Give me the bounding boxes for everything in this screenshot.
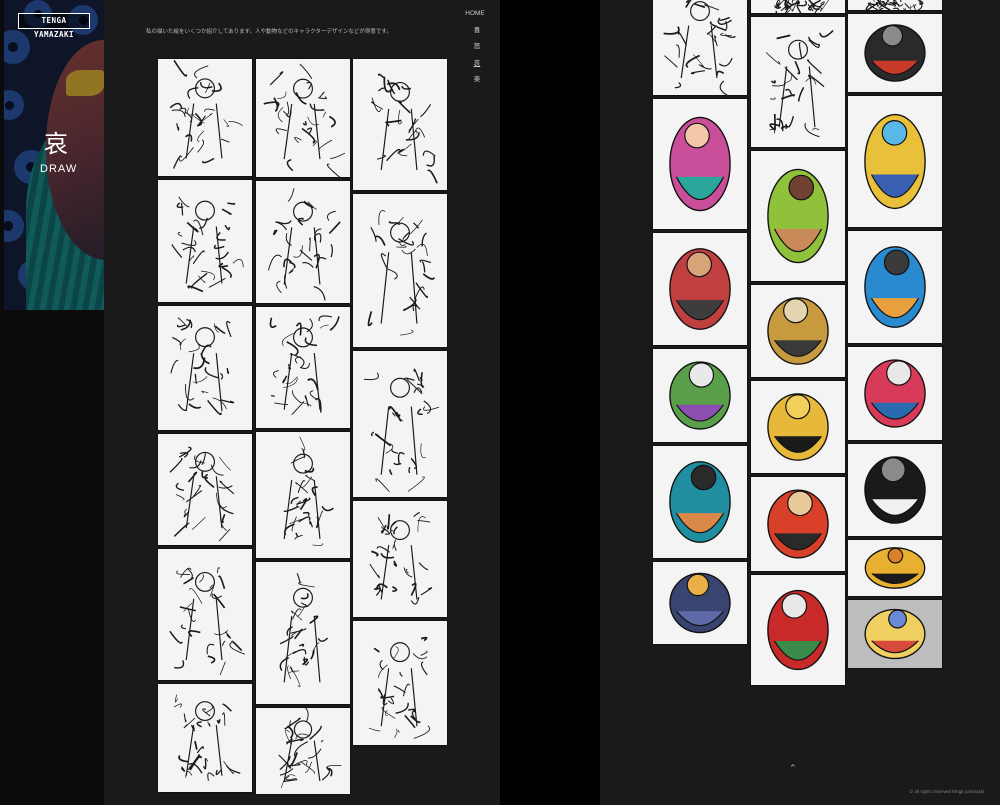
gallery-thumbnail[interactable] — [255, 306, 351, 429]
chevron-up-icon: ⌃ — [789, 764, 797, 774]
gallery-color: ⌃ © all rights reserved tenga yamazaki — [600, 0, 1000, 805]
nav-item-sorrow[interactable]: 哀 — [466, 57, 488, 67]
gallery-thumbnail[interactable] — [847, 346, 943, 441]
nav-item-joy[interactable]: 喜 — [466, 24, 488, 34]
page-gap — [500, 0, 600, 805]
gallery-thumbnail[interactable] — [255, 431, 351, 559]
gallery-thumbnail[interactable] — [750, 150, 846, 282]
gallery-thumbnail[interactable] — [255, 180, 351, 304]
sidebar: TENGA YAMAZAKI 哀 DRAW — [0, 0, 104, 805]
gallery-thumbnail[interactable] — [847, 539, 943, 597]
gallery-thumbnail[interactable] — [352, 500, 448, 618]
gallery-thumbnail[interactable] — [157, 683, 253, 793]
gallery-thumbnail[interactable] — [652, 348, 748, 443]
gallery-thumbnail[interactable] — [750, 380, 846, 474]
gallery-thumbnail[interactable] — [157, 305, 253, 431]
section-title-kanji: 哀 — [44, 130, 68, 158]
gallery-thumbnail[interactable] — [652, 0, 748, 96]
gallery-thumbnail[interactable] — [255, 707, 351, 795]
copyright-text: © all rights reserved tenga yamazaki — [909, 789, 984, 794]
gallery-thumbnail[interactable] — [352, 620, 448, 746]
section-title: DRAW — [40, 163, 78, 175]
gallery-thumbnail[interactable] — [750, 16, 846, 148]
gallery-thumbnail[interactable] — [847, 443, 943, 537]
gallery-thumbnail[interactable] — [157, 433, 253, 546]
gallery-thumbnail[interactable] — [847, 0, 943, 11]
gallery-thumbnail[interactable] — [352, 58, 448, 191]
gallery-thumbnail[interactable] — [750, 574, 846, 686]
gallery-thumbnail[interactable] — [652, 232, 748, 346]
category-nav: HOME 喜 怒 哀 楽 — [465, 10, 488, 90]
gallery-thumbnail[interactable] — [750, 0, 846, 14]
gallery-thumbnail[interactable] — [652, 445, 748, 559]
intro-text: 私の描いた絵をいくつか紹介してあります。人や動物などのキャラクターデザインなどが… — [146, 29, 392, 35]
nav-home-link[interactable]: HOME — [462, 10, 488, 17]
gallery-main: 私の描いた絵をいくつか紹介してあります。人や動物などのキャラクターデザインなどが… — [104, 0, 500, 805]
nav-item-fun[interactable]: 楽 — [466, 73, 488, 83]
gallery-thumbnail[interactable] — [157, 548, 253, 681]
nav-item-anger[interactable]: 怒 — [466, 40, 488, 50]
scroll-top-button[interactable]: ⌃ — [789, 764, 797, 774]
gallery-thumbnail[interactable] — [255, 561, 351, 705]
gallery-thumbnail[interactable] — [157, 58, 253, 177]
gallery-thumbnail[interactable] — [847, 599, 943, 669]
gallery-thumbnail[interactable] — [847, 230, 943, 344]
gallery-thumbnail[interactable] — [352, 350, 448, 498]
gallery-thumbnail[interactable] — [847, 13, 943, 93]
gallery-thumbnail[interactable] — [750, 284, 846, 378]
gallery-thumbnail[interactable] — [652, 561, 748, 645]
gallery-thumbnail[interactable] — [750, 476, 846, 572]
gallery-thumbnail[interactable] — [352, 193, 448, 348]
gallery-thumbnail[interactable] — [255, 58, 351, 178]
gallery-thumbnail[interactable] — [652, 98, 748, 230]
gallery-thumbnail[interactable] — [157, 179, 253, 303]
site-logo[interactable]: TENGA YAMAZAKI — [18, 13, 90, 39]
gallery-thumbnail[interactable] — [847, 95, 943, 228]
